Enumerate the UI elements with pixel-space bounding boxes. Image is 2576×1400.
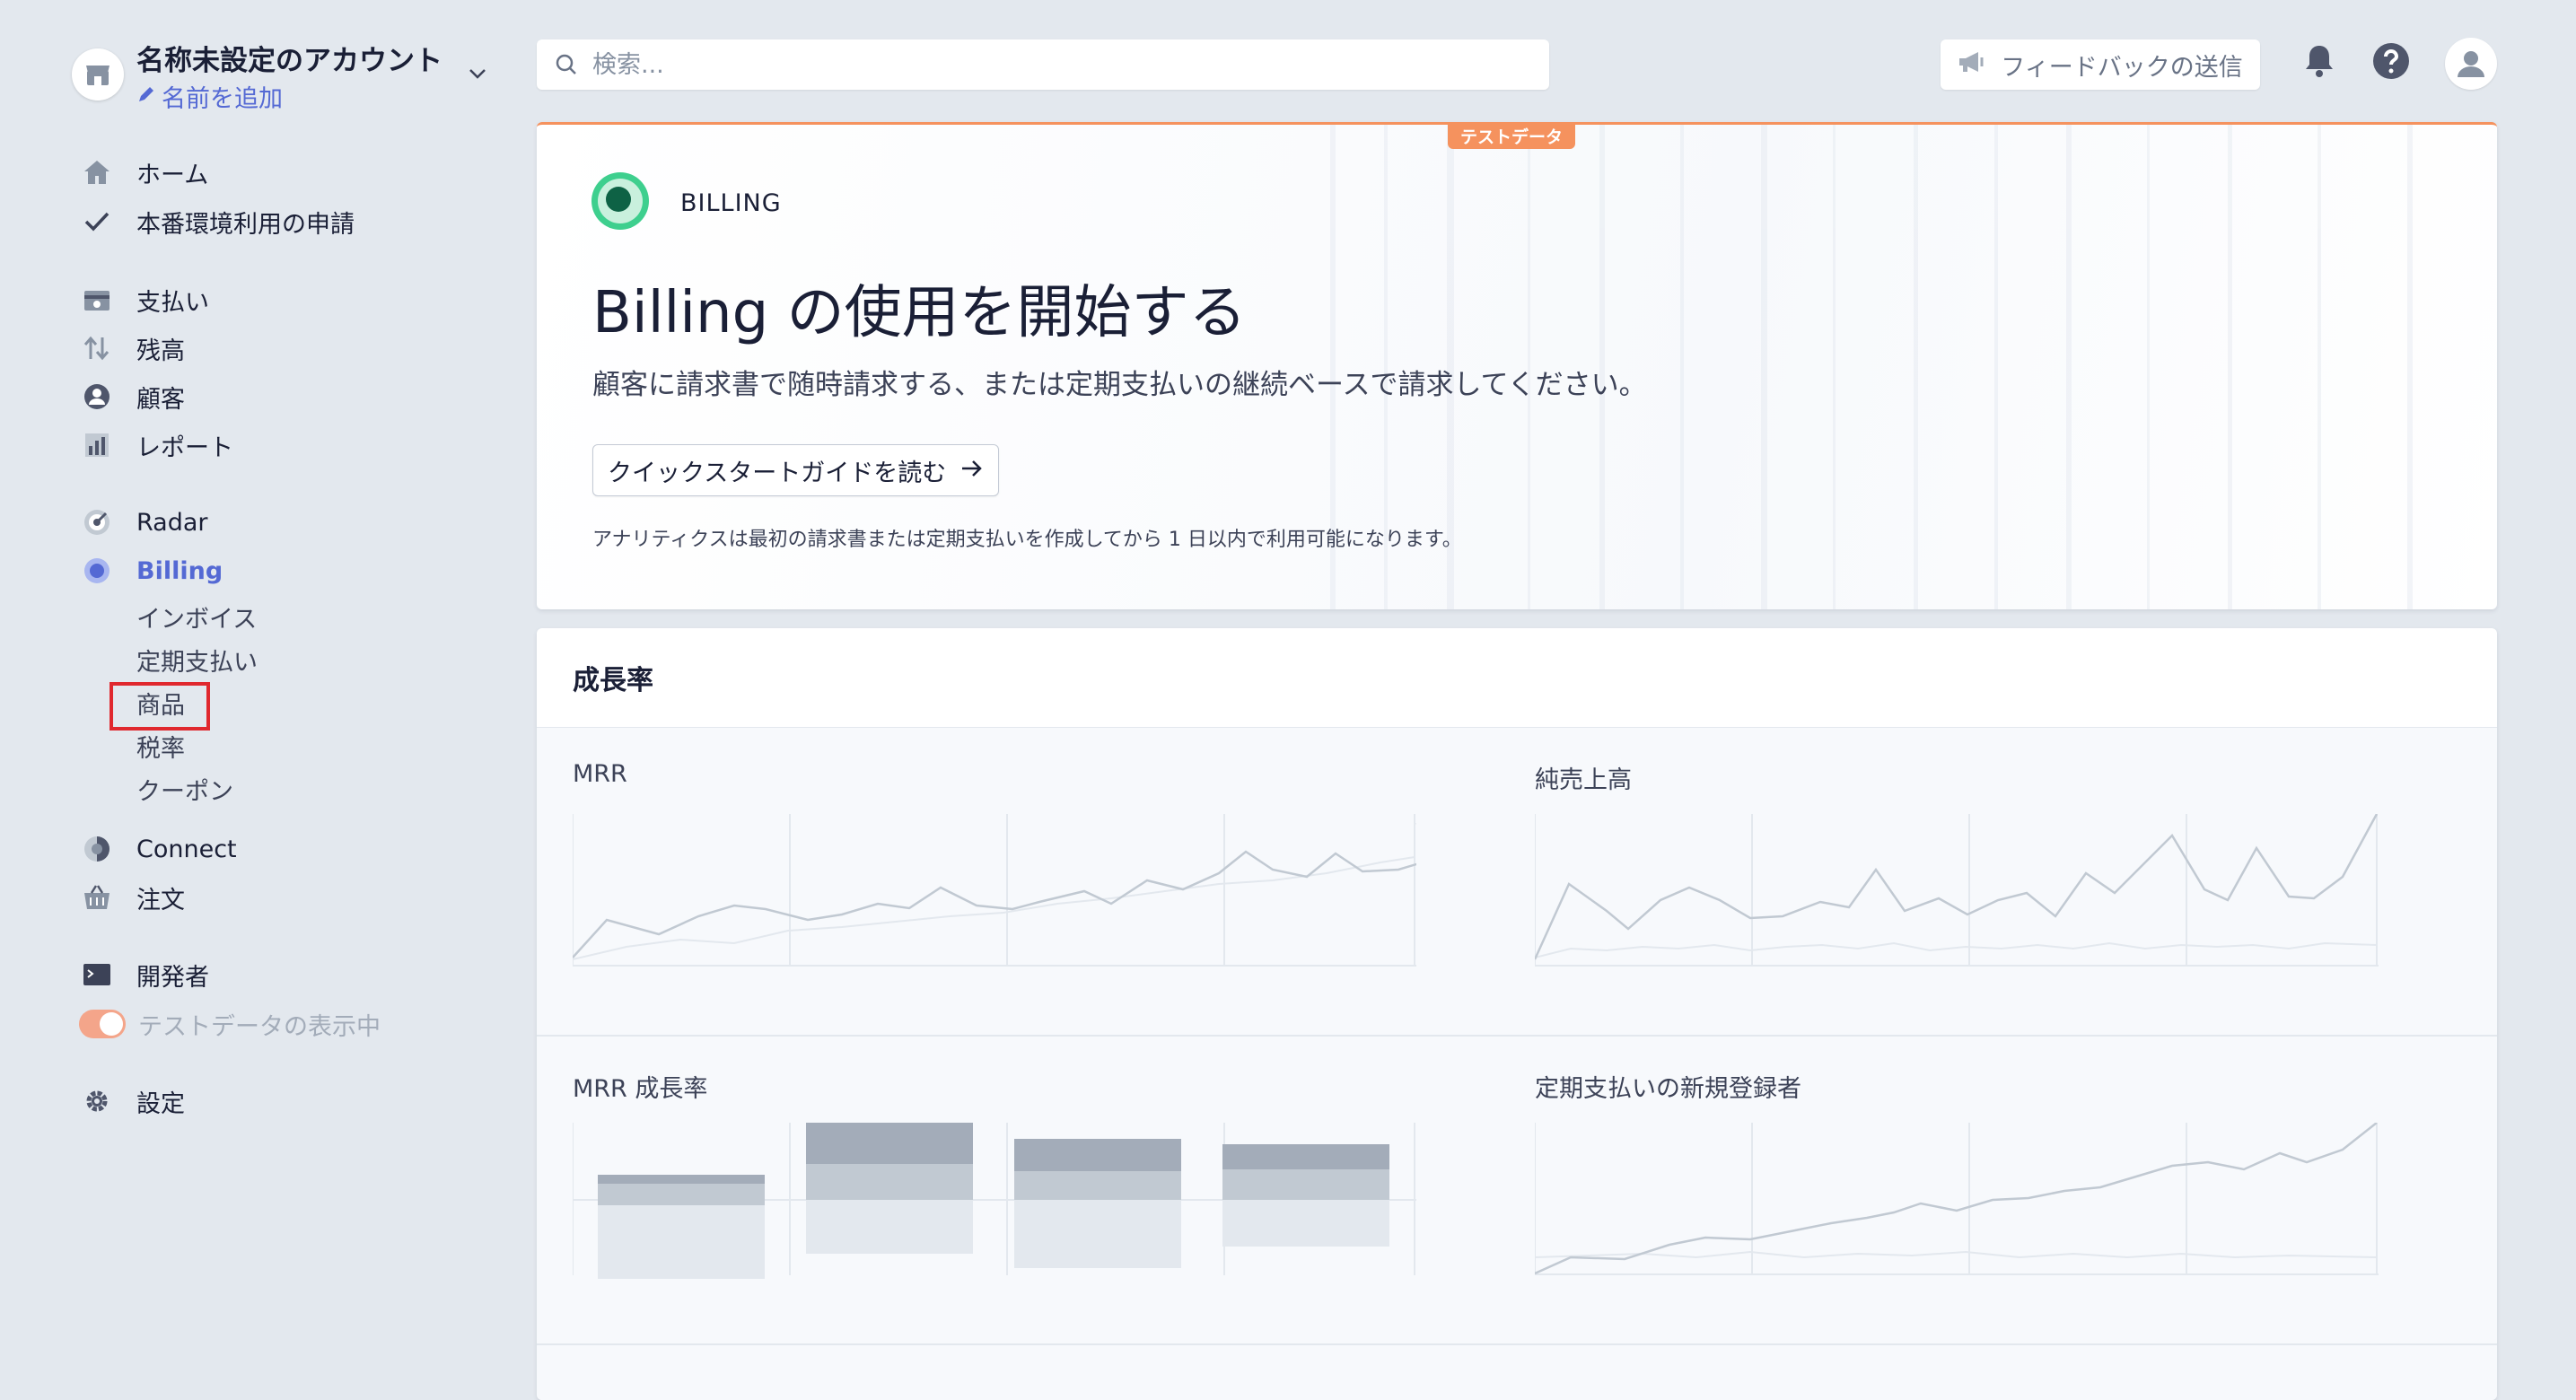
add-name-link[interactable]: 名前を追加 <box>136 79 283 114</box>
sidebar-item-label: Connect <box>136 835 237 863</box>
sidebar-item-label: 支払い <box>136 288 209 317</box>
pencil-icon <box>136 83 156 110</box>
feedback-label: フィードバックの送信 <box>2001 53 2243 82</box>
panel-label: 定期支払いの新規登録者 <box>1535 1075 1801 1103</box>
placeholder-bar-chart <box>573 1123 1416 1279</box>
panel-mrr-growth[interactable]: MRR 成長率 <box>537 1037 1499 1343</box>
sidebar-item-developers[interactable]: 開発者 <box>79 955 209 994</box>
check-icon <box>79 204 115 240</box>
home-icon <box>79 154 115 190</box>
sidebar-subitem-subscriptions[interactable]: 定期支払い <box>136 642 258 678</box>
growth-panels: MRR 純売上高 MRR 成長率 定期支払いの新規登録者 <box>537 728 2497 1400</box>
billing-hero-card: テストデータ BILLING Billing の使用を開始する 顧客に請求書で随… <box>537 122 2497 609</box>
sidebar-item-label: Billing <box>136 556 223 585</box>
balance-arrows-icon <box>79 330 115 366</box>
customer-icon <box>79 379 115 415</box>
chevron-down-icon[interactable] <box>467 63 488 88</box>
sidebar-subitem-coupons[interactable]: クーポン <box>136 771 233 807</box>
panel-label: MRR <box>573 760 627 788</box>
quickstart-guide-label: クイックスタートガイドを読む <box>608 459 947 487</box>
product-name: BILLING <box>680 189 782 217</box>
sidebar-item-settings[interactable]: 設定 <box>79 1081 185 1121</box>
growth-title: 成長率 <box>537 628 2497 729</box>
panel-mrr[interactable]: MRR <box>537 728 1499 1035</box>
help-icon[interactable] <box>2368 38 2414 84</box>
billing-product-icon <box>591 171 650 231</box>
sidebar-item-label: 顧客 <box>136 385 185 414</box>
sidebar-subitem-tax-rates[interactable]: 税率 <box>136 728 185 764</box>
billing-icon <box>79 553 115 589</box>
sidebar-item-label: 設定 <box>136 1089 185 1118</box>
sidebar-item-payments[interactable]: 支払い <box>79 280 209 319</box>
sidebar-subitem-invoices[interactable]: インボイス <box>136 599 257 634</box>
panel-label: MRR 成長率 <box>573 1075 708 1103</box>
user-icon <box>2458 51 2484 77</box>
sidebar-item-label: 開発者 <box>136 963 209 992</box>
sidebar-item-customers[interactable]: 顧客 <box>79 377 185 416</box>
basket-icon <box>79 879 115 915</box>
highlight-box <box>110 682 210 731</box>
test-data-badge: テストデータ <box>1448 125 1576 149</box>
store-icon <box>72 48 124 101</box>
arrow-right-icon <box>960 457 984 485</box>
placeholder-line-chart <box>1535 1123 2379 1275</box>
sidebar-item-activate[interactable]: 本番環境利用の申請 <box>79 202 355 241</box>
search-input[interactable] <box>591 49 1492 80</box>
growth-card: 成長率 MRR 純売上高 MRR 成長率 定期支払いの新規登録者 <box>537 628 2497 1400</box>
sidebar-item-label: 本番環境利用の申請 <box>136 210 355 239</box>
test-data-label: テストデータの表示中 <box>138 1012 381 1041</box>
sidebar-item-orders[interactable]: 注文 <box>79 878 185 917</box>
panel-net-volume[interactable]: 純売上高 <box>1499 728 2461 1035</box>
hero-description: 顧客に請求書で随時請求する、または定期支払いの継続ベースで請求してください。 <box>592 369 1647 401</box>
sidebar: 名称未設定のアカウント 名前を追加 ホーム 本番環境利用の申請 支払い 残高 顧… <box>0 0 521 1375</box>
avatar[interactable] <box>2445 38 2497 90</box>
gear-icon <box>79 1083 115 1119</box>
sidebar-item-label: 注文 <box>136 886 185 914</box>
sidebar-item-connect[interactable]: Connect <box>79 829 237 869</box>
connect-icon <box>79 831 115 867</box>
quickstart-guide-button[interactable]: クイックスタートガイドを読む <box>592 444 1000 496</box>
sidebar-item-label: 残高 <box>136 337 185 365</box>
search-bar[interactable] <box>537 39 1549 90</box>
feedback-button[interactable]: フィードバックの送信 <box>1941 39 2260 90</box>
sidebar-item-label: ホーム <box>136 161 209 189</box>
megaphone-icon <box>1958 50 1986 80</box>
placeholder-line-chart <box>1535 814 2379 967</box>
search-icon <box>555 53 578 76</box>
page-title: Billing の使用を開始する <box>592 280 1247 346</box>
divider <box>537 1343 2497 1345</box>
panel-new-subscribers[interactable]: 定期支払いの新規登録者 <box>1499 1037 2461 1343</box>
bell-icon[interactable] <box>2296 38 2343 84</box>
test-data-toggle[interactable]: テストデータの表示中 <box>79 1004 381 1044</box>
sidebar-item-home[interactable]: ホーム <box>79 153 208 192</box>
account-switcher[interactable]: 名称未設定のアカウント 名前を追加 <box>72 36 494 117</box>
terminal-icon <box>79 957 115 993</box>
payments-icon <box>79 282 115 318</box>
sidebar-item-radar[interactable]: Radar <box>79 503 208 542</box>
panel-label: 純売上高 <box>1535 766 1632 794</box>
sidebar-item-balance[interactable]: 残高 <box>79 328 185 368</box>
sidebar-item-label: Radar <box>136 508 208 537</box>
radar-icon <box>79 504 115 540</box>
account-name: 名称未設定のアカウント <box>136 45 442 77</box>
placeholder-line-chart <box>573 814 1416 967</box>
report-icon <box>79 427 115 463</box>
add-name-label: 名前を追加 <box>162 85 283 113</box>
toggle-switch[interactable] <box>79 1010 126 1038</box>
analytics-note: アナリティクスは最初の請求書または定期支払いを作成してから 1 日以内で利用可能… <box>592 529 1462 551</box>
sidebar-item-reports[interactable]: レポート <box>79 425 233 465</box>
sidebar-item-billing[interactable]: Billing <box>79 551 223 591</box>
sidebar-item-label: レポート <box>136 433 233 462</box>
